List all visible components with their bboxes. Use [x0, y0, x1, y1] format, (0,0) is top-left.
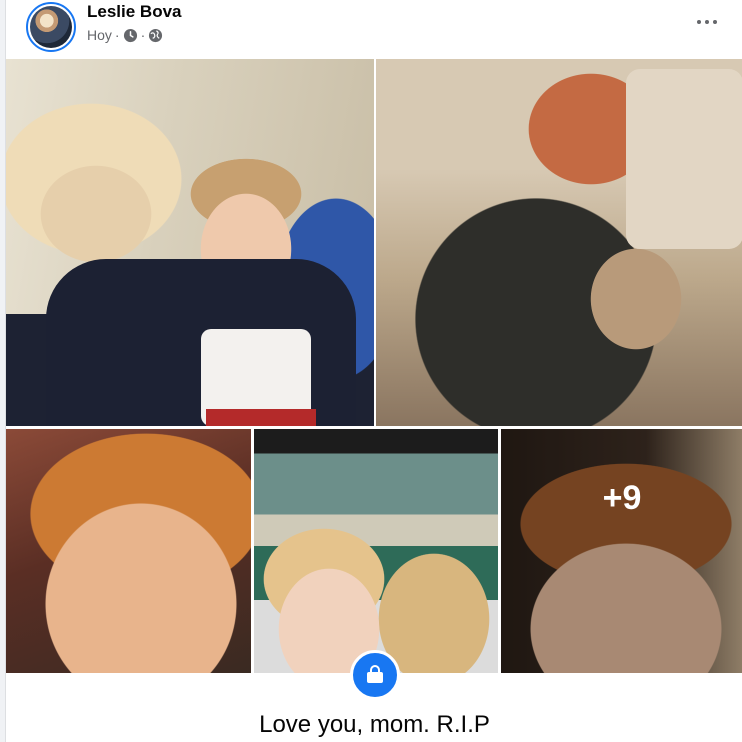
separator: · [114, 27, 120, 43]
post-header: Leslie Bova Hoy · · [6, 0, 742, 58]
post-meta: Hoy · · [87, 27, 163, 43]
photo-2[interactable] [376, 59, 742, 426]
clock-icon [123, 28, 137, 42]
globe-icon[interactable] [148, 28, 163, 43]
avatar[interactable] [26, 2, 76, 52]
photo-5-more[interactable]: +9 [501, 429, 742, 673]
separator: · [140, 27, 146, 43]
post-time[interactable]: Hoy [87, 27, 112, 43]
shopping-bag-icon[interactable] [350, 650, 400, 700]
author-name[interactable]: Leslie Bova [87, 2, 182, 22]
photo-4[interactable] [254, 429, 498, 673]
more-options-icon[interactable] [689, 8, 725, 36]
post-card: Leslie Bova Hoy · · +9 Love you, mom. R.… [5, 0, 742, 742]
more-photos-count: +9 [602, 479, 642, 517]
post-caption: Love you, mom. R.I.P [259, 711, 490, 738]
photo-3[interactable] [6, 429, 251, 673]
photo-1[interactable] [6, 59, 374, 426]
